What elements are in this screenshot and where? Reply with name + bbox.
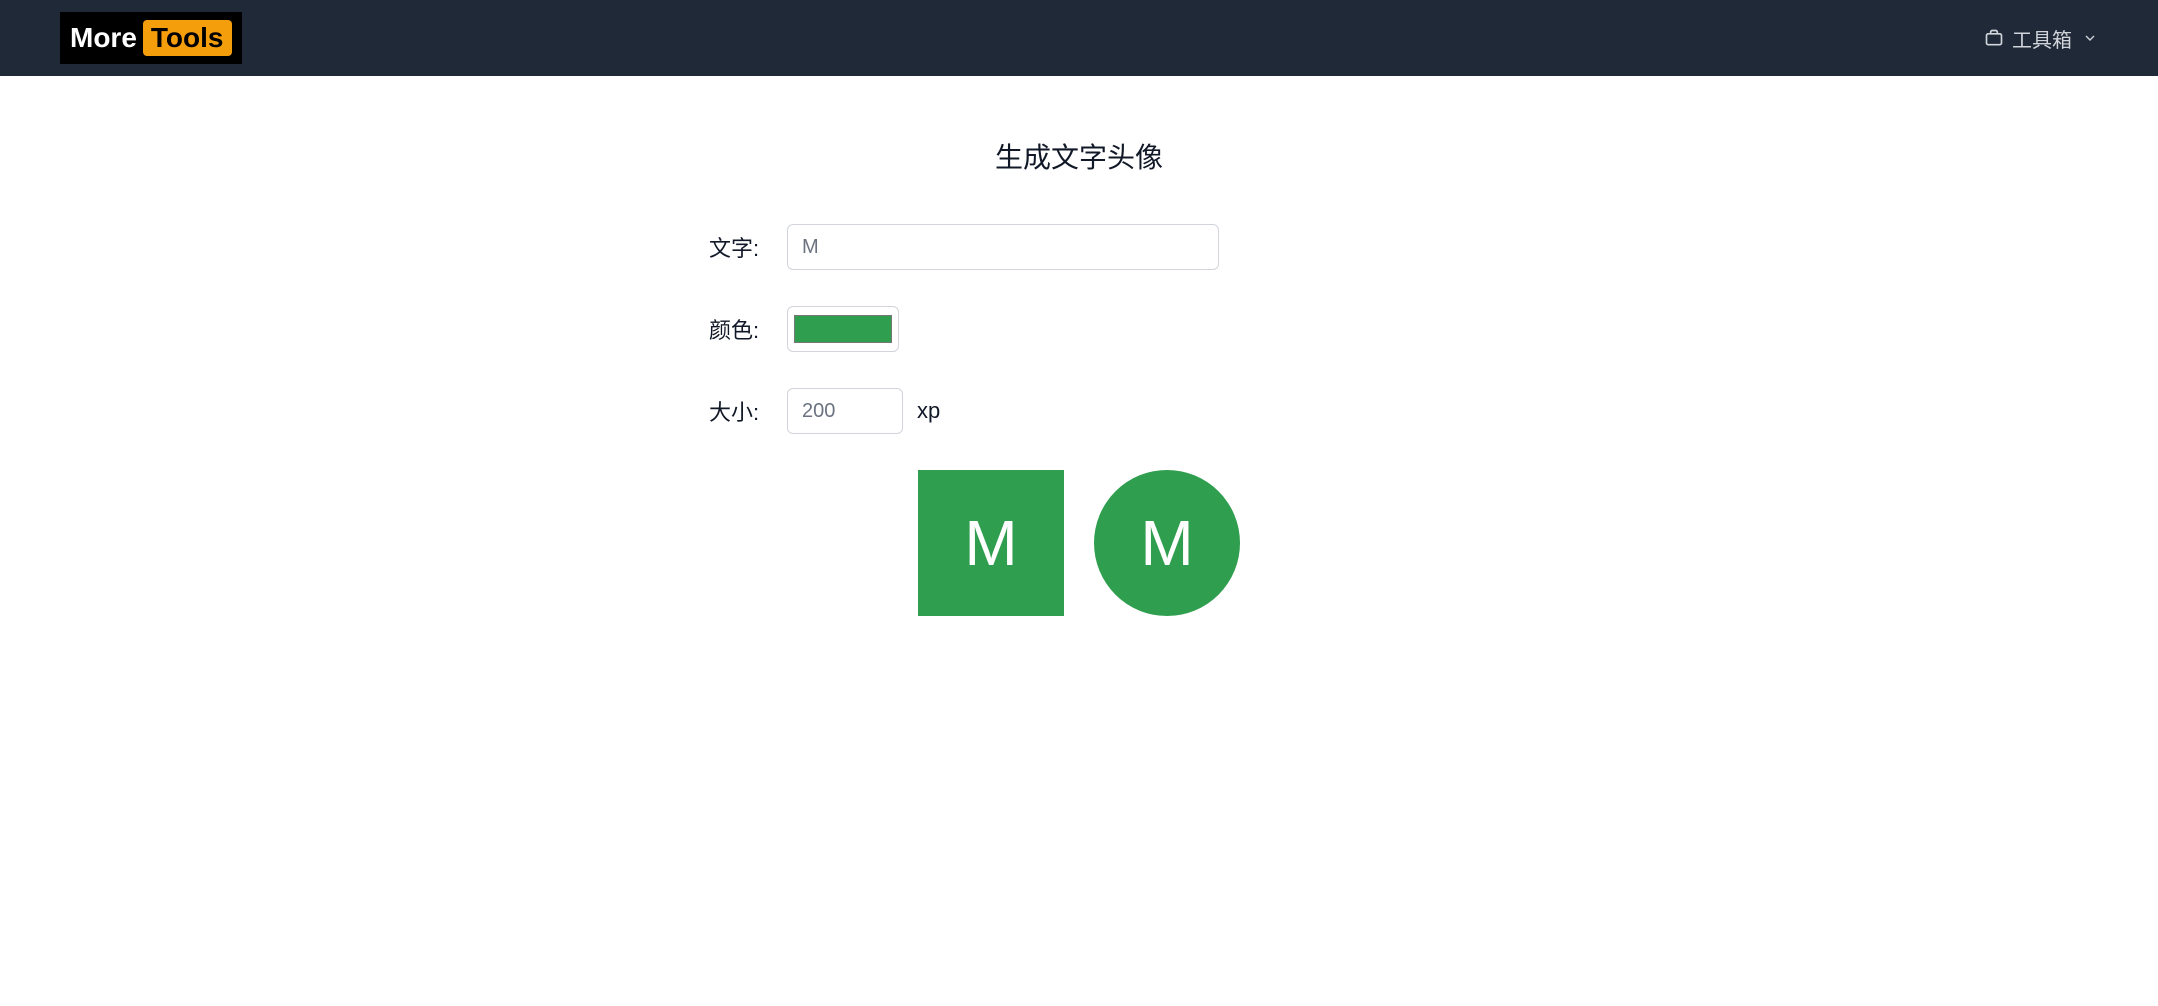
color-row: 颜色:: [709, 306, 1449, 352]
preview-row: M M: [709, 470, 1449, 616]
navbar: More Tools 工具箱: [0, 0, 2158, 76]
size-row: 大小: xp: [709, 388, 1449, 434]
logo-text-tools: Tools: [143, 20, 232, 56]
logo-text-more: More: [70, 22, 137, 54]
text-row: 文字:: [709, 224, 1449, 270]
color-input[interactable]: [787, 306, 899, 352]
text-input[interactable]: [787, 224, 1219, 270]
chevron-down-icon: [2082, 30, 2098, 46]
text-label: 文字:: [709, 231, 787, 263]
color-label: 颜色:: [709, 313, 787, 345]
main-content: 生成文字头像 文字: 颜色: 大小: xp M M: [0, 76, 2158, 676]
form-container: 文字: 颜色: 大小: xp M M: [709, 224, 1449, 616]
avatar-circle-text: M: [1140, 506, 1193, 580]
page-title: 生成文字头像: [995, 136, 1163, 176]
size-input[interactable]: [787, 388, 903, 434]
logo[interactable]: More Tools: [60, 12, 242, 64]
avatar-square-text: M: [964, 506, 1017, 580]
size-unit: xp: [917, 398, 940, 424]
avatar-circle-preview: M: [1094, 470, 1240, 616]
toolbox-icon: [1984, 28, 2004, 48]
nav-toolbox-label: 工具箱: [2012, 24, 2072, 53]
size-label: 大小:: [709, 395, 787, 427]
nav-toolbox-dropdown[interactable]: 工具箱: [1984, 24, 2098, 53]
avatar-square-preview: M: [918, 470, 1064, 616]
